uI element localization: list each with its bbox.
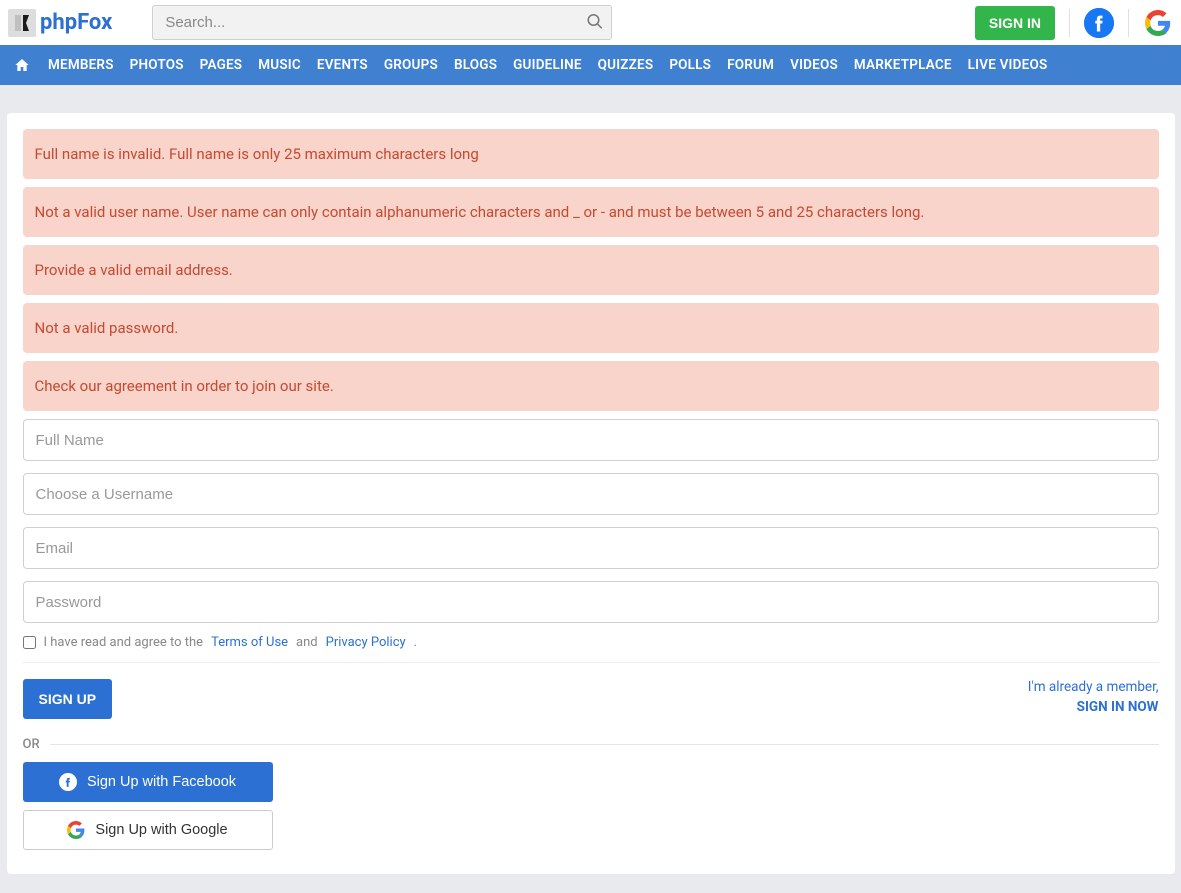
google-signup-button[interactable]: Sign Up with Google <box>23 810 273 850</box>
topbar: phpFox SIGN IN <box>0 0 1181 45</box>
agree-prefix: I have read and agree to the <box>44 635 204 650</box>
nav-quizzes[interactable]: QUIZZES <box>590 57 662 73</box>
nav-polls[interactable]: POLLS <box>661 57 719 73</box>
or-line <box>50 744 1159 745</box>
nav-music[interactable]: MUSIC <box>250 57 309 73</box>
page-wrap: Full name is invalid. Full name is only … <box>0 85 1181 886</box>
nav-forum[interactable]: FORUM <box>719 57 782 73</box>
nav-events[interactable]: EVENTS <box>309 57 376 73</box>
topbar-right: SIGN IN <box>975 6 1173 40</box>
search-box <box>152 5 612 40</box>
nav-members[interactable]: MEMBERS <box>40 57 122 73</box>
signin-now-link[interactable]: SIGN IN NOW <box>1028 699 1159 715</box>
action-row: SIGN UP I'm already a member, SIGN IN NO… <box>23 679 1159 719</box>
alert-password: Not a valid password. <box>23 303 1159 353</box>
nav-marketplace[interactable]: MARKETPLACE <box>846 57 960 73</box>
signin-button[interactable]: SIGN IN <box>975 6 1055 40</box>
nav-live-videos[interactable]: LIVE VIDEOS <box>960 57 1056 73</box>
nav-guideline[interactable]: GUIDELINE <box>505 57 590 73</box>
password-input[interactable] <box>23 581 1159 623</box>
agree-row: I have read and agree to the Terms of Us… <box>23 635 1159 650</box>
divider <box>1128 9 1129 37</box>
signup-button[interactable]: SIGN UP <box>23 679 113 719</box>
logo-icon <box>8 9 36 37</box>
navbar: MEMBERS PHOTOS PAGES MUSIC EVENTS GROUPS… <box>0 45 1181 85</box>
home-icon <box>14 57 30 73</box>
facebook-icon <box>59 773 77 791</box>
already-text: I'm already a member, <box>1028 679 1159 695</box>
nav-groups[interactable]: GROUPS <box>376 57 446 73</box>
google-login-icon[interactable] <box>1143 8 1173 38</box>
or-row: OR <box>23 737 1159 752</box>
email-input[interactable] <box>23 527 1159 569</box>
nav-pages[interactable]: PAGES <box>192 57 251 73</box>
logo-text: phpFox <box>40 10 112 35</box>
logo[interactable]: phpFox <box>8 9 112 37</box>
search-icon <box>586 12 604 30</box>
nav-blogs[interactable]: BLOGS <box>446 57 505 73</box>
signup-card: Full name is invalid. Full name is only … <box>7 113 1175 874</box>
facebook-login-icon[interactable] <box>1084 8 1114 38</box>
agree-checkbox[interactable] <box>23 636 36 649</box>
alert-username: Not a valid user name. User name can onl… <box>23 187 1159 237</box>
username-input[interactable] <box>23 473 1159 515</box>
divider <box>1069 9 1070 37</box>
agree-and: and <box>296 635 318 650</box>
nav-home[interactable] <box>8 57 40 73</box>
terms-link[interactable]: Terms of Use <box>211 635 288 650</box>
search-button[interactable] <box>586 12 604 33</box>
divider <box>23 662 1159 663</box>
search-input[interactable] <box>152 5 612 40</box>
facebook-signup-label: Sign Up with Facebook <box>87 774 236 790</box>
google-signup-label: Sign Up with Google <box>95 822 227 838</box>
fullname-input[interactable] <box>23 419 1159 461</box>
alert-agreement: Check our agreement in order to join our… <box>23 361 1159 411</box>
agree-suffix: . <box>414 635 417 650</box>
google-icon <box>67 821 85 839</box>
facebook-signup-button[interactable]: Sign Up with Facebook <box>23 762 273 802</box>
alert-email: Provide a valid email address. <box>23 245 1159 295</box>
nav-photos[interactable]: PHOTOS <box>122 57 192 73</box>
nav-videos[interactable]: VIDEOS <box>782 57 846 73</box>
alert-fullname: Full name is invalid. Full name is only … <box>23 129 1159 179</box>
already-member: I'm already a member, SIGN IN NOW <box>1028 679 1159 715</box>
privacy-link[interactable]: Privacy Policy <box>326 635 406 650</box>
or-label: OR <box>23 737 40 752</box>
